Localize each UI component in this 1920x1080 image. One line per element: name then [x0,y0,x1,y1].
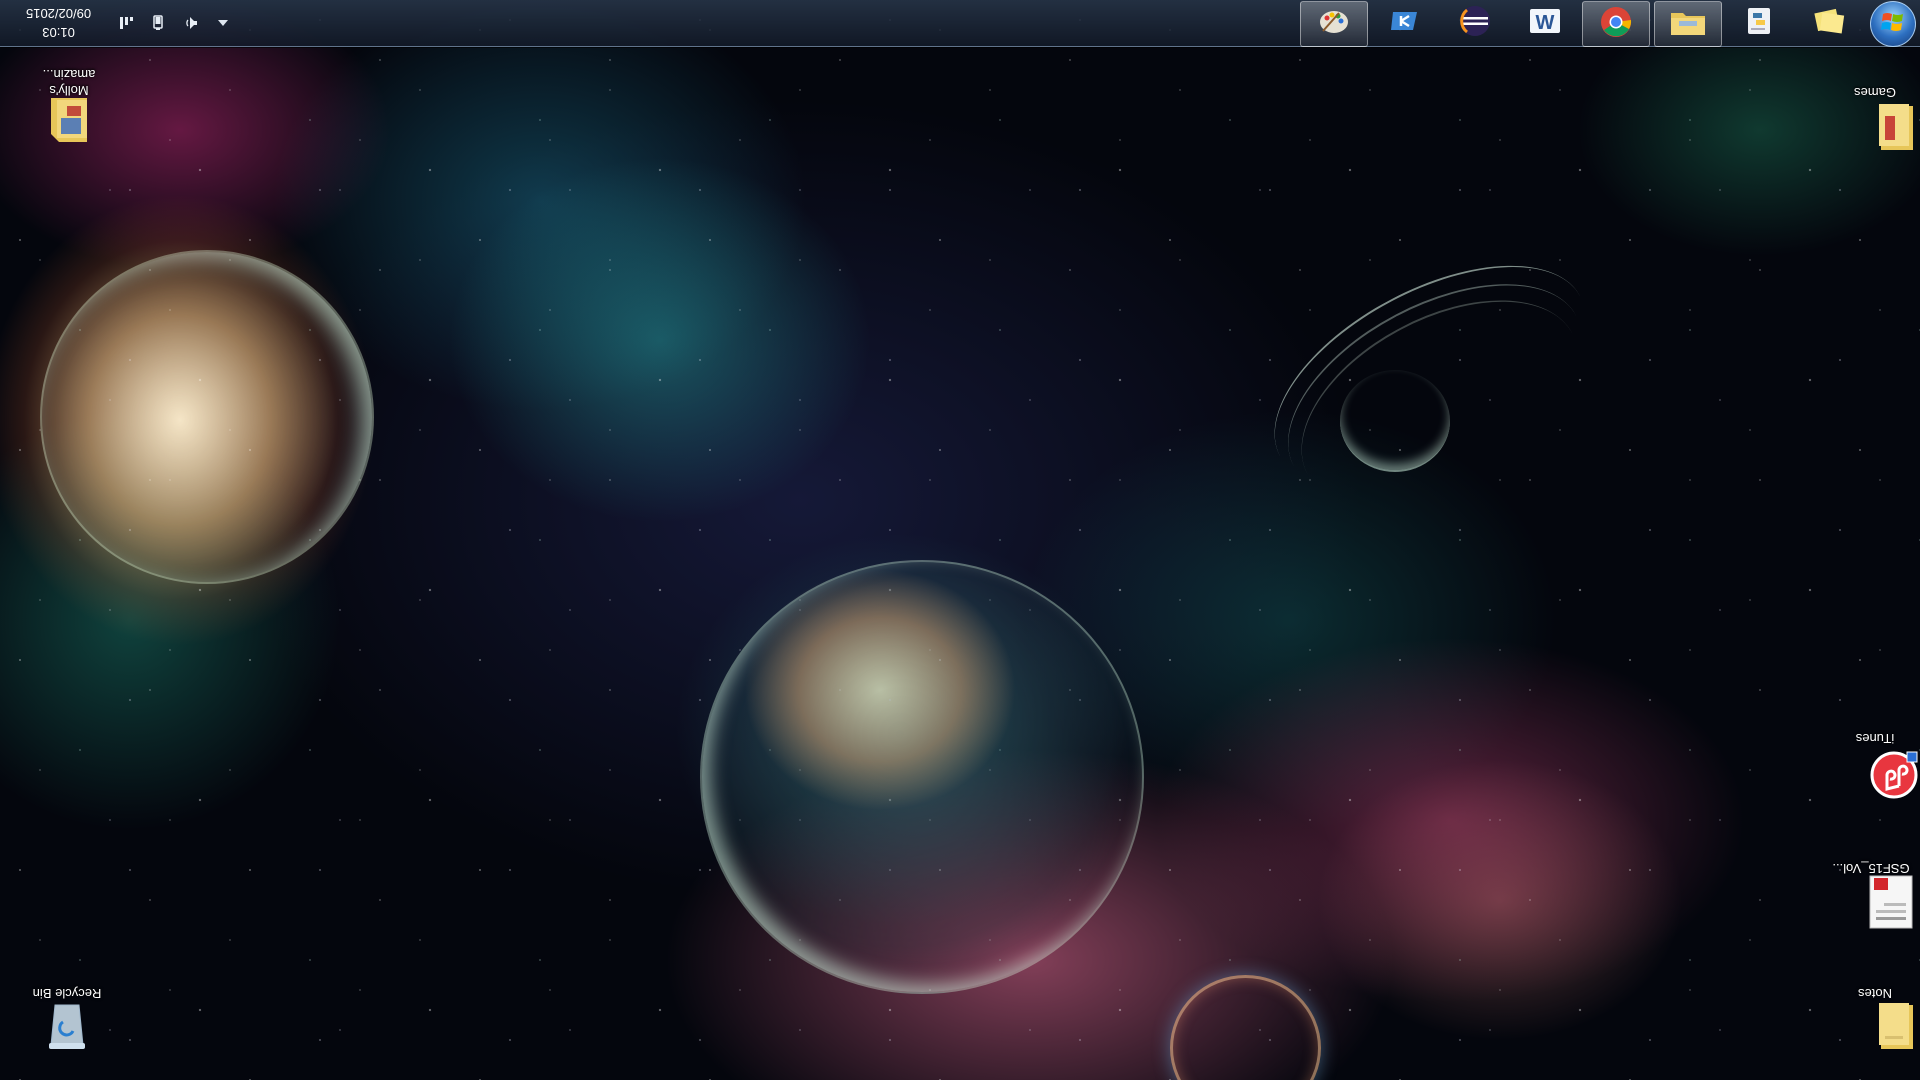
power-icon[interactable] [149,14,167,32]
python-icon [1744,5,1774,42]
desktop-icon-gsf15-document[interactable]: GSF15_Vol... [1826,860,1916,940]
chrome-icon [1600,6,1632,43]
taskbar-sticky-notes-button[interactable] [1796,1,1862,45]
system-tray: 01:03 09/02/2015 [8,0,229,46]
desktop-icon-games-folder[interactable]: Games [1830,84,1920,164]
taskbar-k-app-button[interactable] [1372,1,1438,45]
desktop-icon-label: iTunes [1855,731,1895,746]
wallpaper-planet-center [700,560,1144,994]
recycle-bin-icon [43,1004,91,1053]
network-icon[interactable] [117,14,135,32]
clock-time: 01:03 [42,25,75,40]
taskbar-paint-button[interactable] [1300,1,1368,47]
desktop-icon-mollys-folder[interactable]: Molly's amazin... [24,66,114,146]
desktop-icon-notes-folder[interactable]: Notes [1830,985,1920,1065]
desktop-icon-recycle-bin[interactable]: Recycle Bin [22,985,112,1065]
k-app-icon [1389,8,1421,39]
svg-text:W: W [1536,12,1555,34]
itunes-icon [1870,751,1919,800]
pdf-document-icon [1868,875,1916,930]
start-button[interactable] [1870,1,1916,47]
taskbar-clock[interactable]: 01:03 09/02/2015 [26,4,91,42]
wallpaper-planet-left [40,250,374,584]
windows-orb-icon [1881,11,1905,38]
sticky-notes-icon [1813,7,1845,40]
taskbar-python-button[interactable] [1726,1,1792,45]
show-hidden-icons-chevron-icon[interactable] [217,17,229,29]
taskbar-word-button[interactable]: W [1512,1,1578,45]
taskbar: 01:03 09/02/2015 W [0,0,1920,47]
folder-icon [1871,104,1919,154]
folder-icon [45,98,93,148]
desktop-icon-label: Games [1854,85,1896,100]
clock-date: 09/02/2015 [26,6,92,21]
desktop-wallpaper [0,0,1920,1080]
taskbar-eclipse-button[interactable] [1442,1,1508,45]
taskbar-apps: W [1296,0,1920,47]
volume-icon[interactable] [181,14,199,32]
word-icon: W [1528,6,1562,41]
folder-icon [1871,1003,1919,1053]
taskbar-chrome-button[interactable] [1582,1,1650,47]
eclipse-icon [1458,4,1492,43]
taskbar-file-explorer-button[interactable] [1654,1,1722,47]
desktop-icon-itunes[interactable]: iTunes [1830,730,1920,810]
desktop-icon-label: Recycle Bin [32,986,102,1001]
paint-icon [1317,7,1351,42]
file-explorer-icon [1669,7,1707,42]
